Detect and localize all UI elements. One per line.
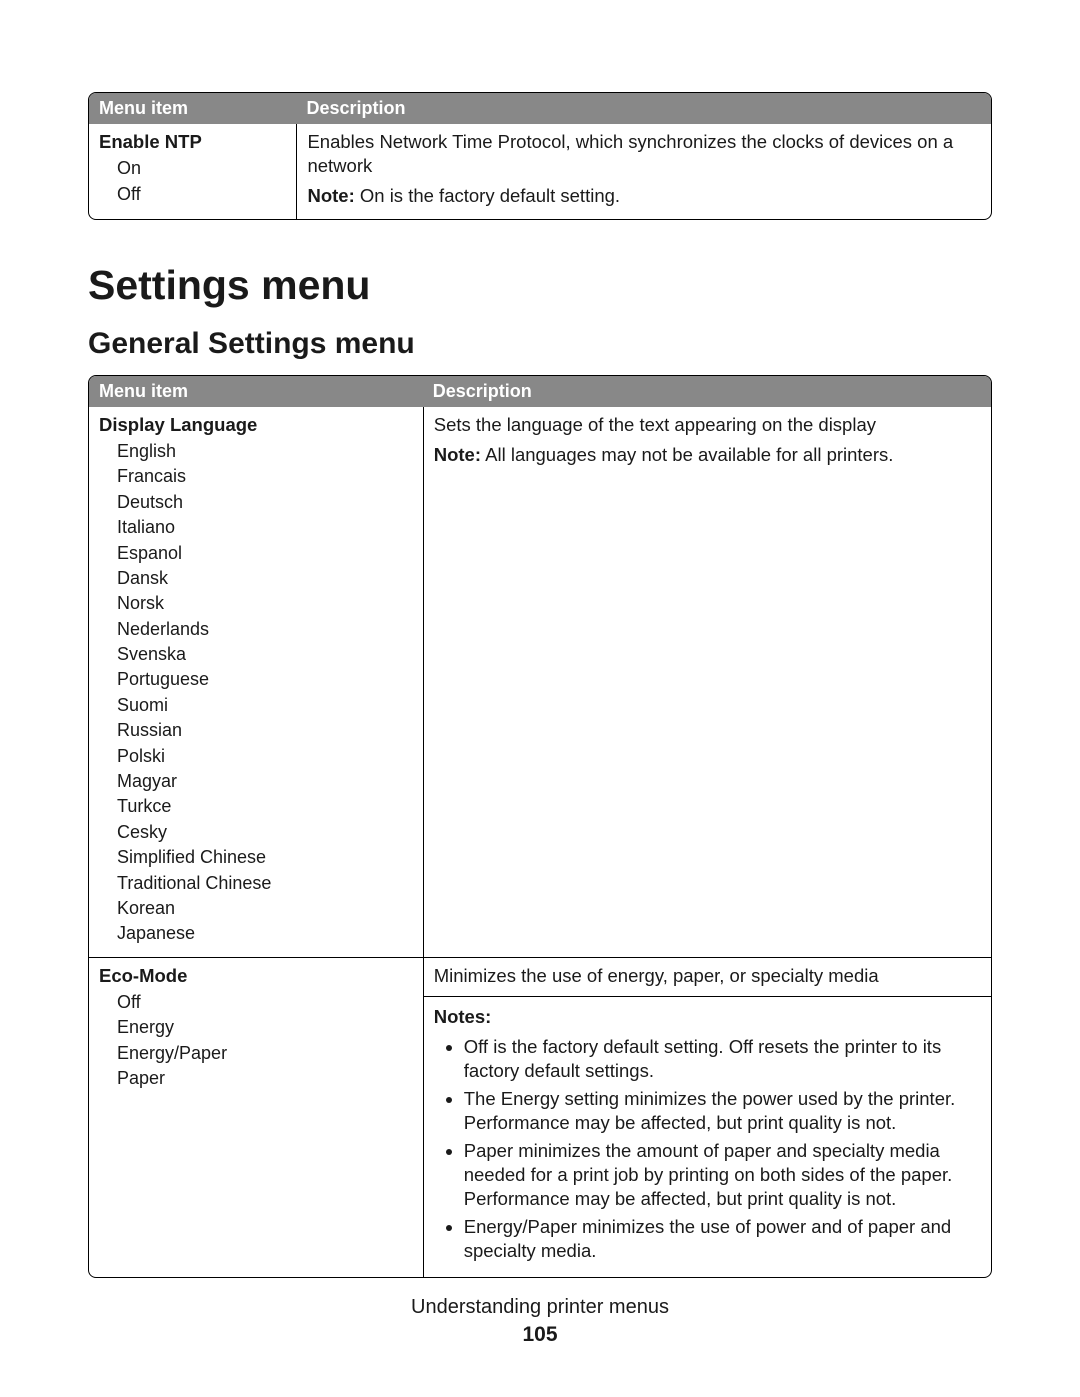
description-cell: Minimizes the use of energy, paper, or s… — [423, 958, 991, 1278]
option: Svenska — [117, 642, 413, 667]
option: Francais — [117, 464, 413, 489]
option: Dansk — [117, 566, 413, 591]
general-settings-table: Menu item Description Display Language E… — [88, 375, 992, 1279]
option: Traditional Chinese — [117, 871, 413, 896]
option: Suomi — [117, 693, 413, 718]
menu-item-name: Enable NTP — [99, 130, 286, 154]
col-header-menu-item: Menu item — [89, 93, 296, 124]
option: Japanese — [117, 921, 413, 946]
table-row: Display Language EnglishFrancaisDeutschI… — [89, 407, 991, 957]
footer-title: Understanding printer menus — [0, 1296, 1080, 1319]
section-heading: Settings menu — [88, 262, 992, 309]
option: Magyar — [117, 769, 413, 794]
option: Korean — [117, 896, 413, 921]
option: Energy/Paper — [117, 1041, 413, 1066]
menu-item-cell: Enable NTP On Off — [89, 124, 296, 218]
option: Simplified Chinese — [117, 845, 413, 870]
option-list: OffEnergyEnergy/PaperPaper — [117, 990, 413, 1092]
subsection-heading: General Settings menu — [88, 327, 992, 361]
menu-item-cell: Eco-Mode OffEnergyEnergy/PaperPaper — [89, 958, 423, 1278]
option: Turkce — [117, 794, 413, 819]
note: Note: On is the factory default setting. — [307, 184, 981, 208]
option: Off — [117, 990, 413, 1015]
notes-block: Notes: Off is the factory default settin… — [424, 996, 991, 1263]
col-header-description: Description — [423, 376, 991, 407]
option: Norsk — [117, 591, 413, 616]
option: Portuguese — [117, 667, 413, 692]
notes-list: Off is the factory default setting. Off … — [434, 1035, 981, 1263]
menu-item-name: Eco-Mode — [99, 964, 413, 988]
option-list: EnglishFrancaisDeutschItalianoEspanolDan… — [117, 439, 413, 947]
option: Cesky — [117, 820, 413, 845]
option: Polski — [117, 744, 413, 769]
option: Nederlands — [117, 617, 413, 642]
table-header: Menu item Description — [89, 93, 991, 124]
note-label: Note: — [434, 444, 481, 465]
notes-label: Notes: — [434, 1005, 981, 1029]
ntp-table: Menu item Description Enable NTP On Off … — [88, 92, 992, 220]
note-text: All languages may not be available for a… — [481, 444, 893, 465]
page-footer: Understanding printer menus 105 — [0, 1296, 1080, 1347]
option-list: On Off — [117, 156, 286, 207]
description-cell: Sets the language of the text appearing … — [423, 407, 991, 957]
option: Paper — [117, 1066, 413, 1091]
description-cell: Enables Network Time Protocol, which syn… — [296, 124, 991, 218]
description-text: Minimizes the use of energy, paper, or s… — [434, 964, 981, 988]
description-text: Sets the language of the text appearing … — [434, 413, 981, 437]
description-text: Enables Network Time Protocol, which syn… — [307, 130, 981, 178]
table-header: Menu item Description — [89, 376, 991, 407]
option: Italiano — [117, 515, 413, 540]
page-number: 105 — [0, 1323, 1080, 1347]
option: Off — [117, 182, 286, 207]
table-row: Enable NTP On Off Enables Network Time P… — [89, 124, 991, 218]
note-item: Energy/Paper minimizes the use of power … — [464, 1215, 981, 1263]
option: On — [117, 156, 286, 181]
col-header-menu-item: Menu item — [89, 376, 423, 407]
option: Espanol — [117, 541, 413, 566]
note-item: Paper minimizes the amount of paper and … — [464, 1139, 981, 1211]
option: Russian — [117, 718, 413, 743]
menu-item-cell: Display Language EnglishFrancaisDeutschI… — [89, 407, 423, 957]
note-item: The Energy setting minimizes the power u… — [464, 1087, 981, 1135]
note-item: Off is the factory default setting. Off … — [464, 1035, 981, 1083]
page: Menu item Description Enable NTP On Off … — [0, 0, 1080, 1397]
note-text: On is the factory default setting. — [355, 185, 620, 206]
table-row: Eco-Mode OffEnergyEnergy/PaperPaper Mini… — [89, 957, 991, 1278]
note-label: Note: — [307, 185, 354, 206]
col-header-description: Description — [296, 93, 991, 124]
option: Energy — [117, 1015, 413, 1040]
note: Note: All languages may not be available… — [434, 443, 981, 467]
menu-item-name: Display Language — [99, 413, 413, 437]
option: English — [117, 439, 413, 464]
option: Deutsch — [117, 490, 413, 515]
